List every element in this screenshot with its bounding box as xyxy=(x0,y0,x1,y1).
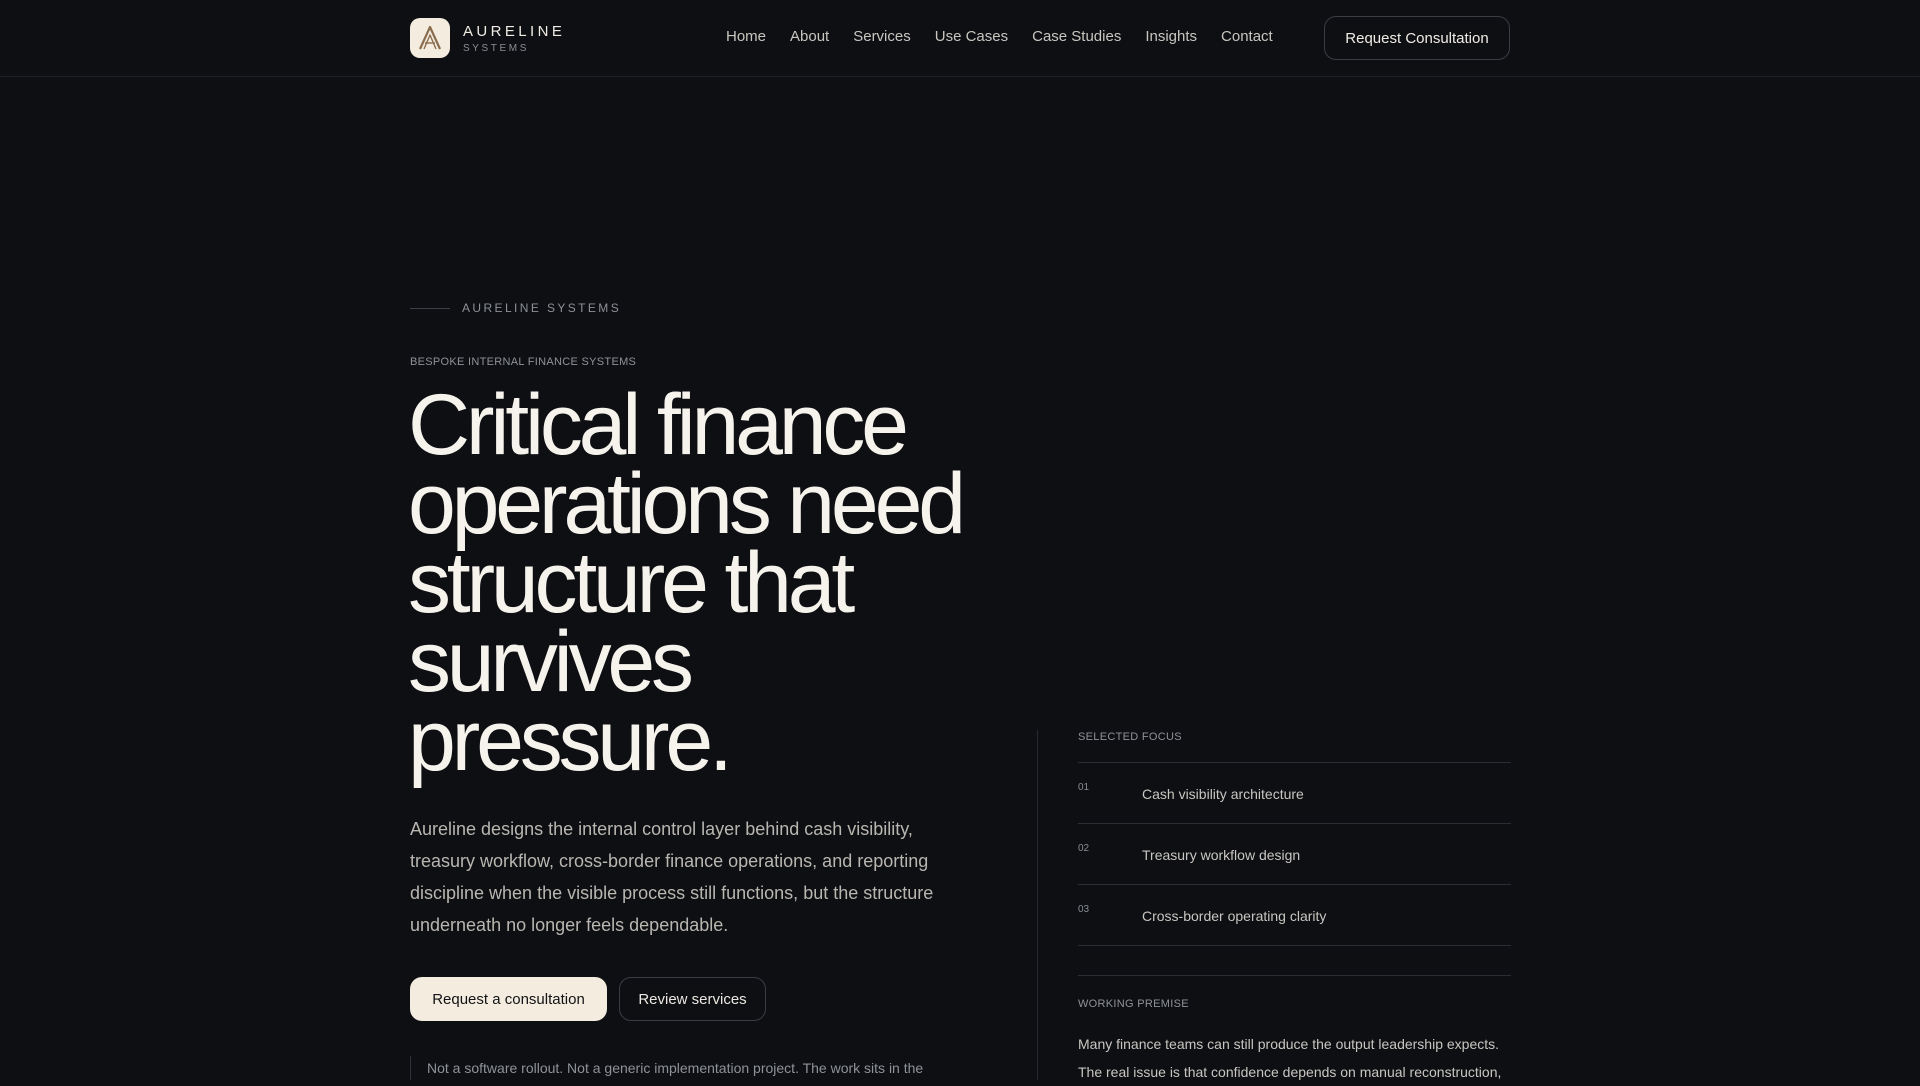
premise-line-2: The real issue is that confidence depend… xyxy=(1078,1064,1502,1080)
working-premise-label: WORKING PREMISE xyxy=(1078,998,1189,1010)
premise-divider xyxy=(1078,975,1511,976)
focus-item-label: Treasury workflow design xyxy=(1142,847,1301,863)
eyebrow: AURELINE SYSTEMS xyxy=(410,301,621,315)
eyebrow-rule xyxy=(410,307,450,309)
hero-kicker: BESPOKE INTERNAL FINANCE SYSTEMS xyxy=(410,356,637,368)
working-premise-text: Many finance teams can still produce the… xyxy=(1078,1030,1518,1086)
focus-item: 01 Cash visibility architecture xyxy=(1078,763,1511,824)
nav-link-contact[interactable]: Contact xyxy=(1221,28,1273,45)
logo-a-glyph xyxy=(418,25,442,50)
column-divider xyxy=(1037,730,1038,1080)
hero-note: Not a software rollout. Not a generic im… xyxy=(410,1056,970,1080)
nav-link-use-cases[interactable]: Use Cases xyxy=(935,28,1008,45)
focus-item: 03 Cross-border operating clarity xyxy=(1078,885,1511,946)
focus-item-label: Cash visibility architecture xyxy=(1142,786,1304,802)
focus-item-number: 02 xyxy=(1078,843,1090,854)
nav-link-services[interactable]: Services xyxy=(853,28,911,45)
request-a-consultation-button[interactable]: Request a consultation xyxy=(410,977,607,1021)
site-header: AURELINE SYSTEMS Home About Services Use… xyxy=(0,0,1920,77)
main-nav: Home About Services Use Cases Case Studi… xyxy=(726,28,1273,45)
request-consultation-button[interactable]: Request Consultation xyxy=(1324,16,1510,60)
nav-link-home[interactable]: Home xyxy=(726,28,766,45)
nav-link-case-studies[interactable]: Case Studies xyxy=(1032,28,1121,45)
focus-item-label: Cross-border operating clarity xyxy=(1142,908,1327,924)
brand-name: AURELINE xyxy=(463,22,566,40)
hero-headline: Critical finance operations need structu… xyxy=(408,377,966,789)
brand-logo-link[interactable]: AURELINE SYSTEMS xyxy=(410,18,565,58)
letter-a-monogram-icon xyxy=(410,18,450,58)
hero-lead-paragraph: Aureline designs the internal control la… xyxy=(410,819,934,935)
focus-item-number: 01 xyxy=(1078,782,1090,793)
nav-link-insights[interactable]: Insights xyxy=(1145,28,1197,45)
focus-item-number: 03 xyxy=(1078,904,1090,915)
selected-focus-label: SELECTED FOCUS xyxy=(1078,731,1182,743)
brand-subtitle: SYSTEMS xyxy=(463,42,529,54)
focus-item: 02 Treasury workflow design xyxy=(1078,824,1511,885)
premise-line-1: Many finance teams can still produce the… xyxy=(1078,1036,1500,1052)
focus-list: 01 Cash visibility architecture 02 Treas… xyxy=(1078,762,1511,946)
eyebrow-text: AURELINE SYSTEMS xyxy=(462,301,622,315)
nav-link-about[interactable]: About xyxy=(790,28,829,45)
review-services-button[interactable]: Review services xyxy=(619,977,766,1021)
